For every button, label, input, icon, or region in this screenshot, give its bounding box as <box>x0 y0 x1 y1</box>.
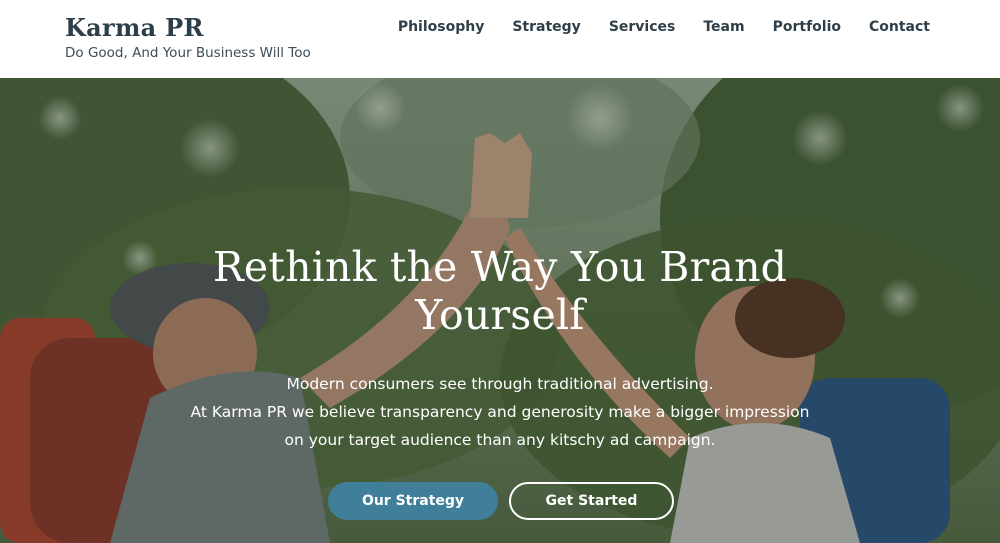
hero-description-line: on your target audience than any kitschy… <box>284 431 716 449</box>
nav-link-services[interactable]: Services <box>609 18 676 36</box>
brand: Karma PR Do Good, And Your Business Will… <box>65 13 311 62</box>
nav-link-philosophy[interactable]: Philosophy <box>398 18 485 36</box>
hero-description: Modern consumers see through traditional… <box>150 370 850 454</box>
nav-link-portfolio[interactable]: Portfolio <box>773 18 841 36</box>
hero-description-line: Modern consumers see through traditional… <box>286 375 714 393</box>
hero-content: Rethink the Way You Brand Yourself Moder… <box>0 78 1000 543</box>
hero-title: Rethink the Way You Brand Yourself <box>212 243 788 339</box>
site-header: Karma PR Do Good, And Your Business Will… <box>0 0 1000 78</box>
site-title[interactable]: Karma PR <box>65 13 311 43</box>
nav-link-contact[interactable]: Contact <box>869 18 930 36</box>
nav-link-strategy[interactable]: Strategy <box>512 18 580 36</box>
hero-section: Rethink the Way You Brand Yourself Moder… <box>0 78 1000 543</box>
our-strategy-button[interactable]: Our Strategy <box>328 482 498 520</box>
main-nav: Philosophy Strategy Services Team Portfo… <box>398 18 930 36</box>
get-started-button[interactable]: Get Started <box>509 482 674 520</box>
hero-description-line: At Karma PR we believe transparency and … <box>190 403 810 421</box>
site-tagline: Do Good, And Your Business Will Too <box>65 45 311 61</box>
nav-link-team[interactable]: Team <box>703 18 744 36</box>
